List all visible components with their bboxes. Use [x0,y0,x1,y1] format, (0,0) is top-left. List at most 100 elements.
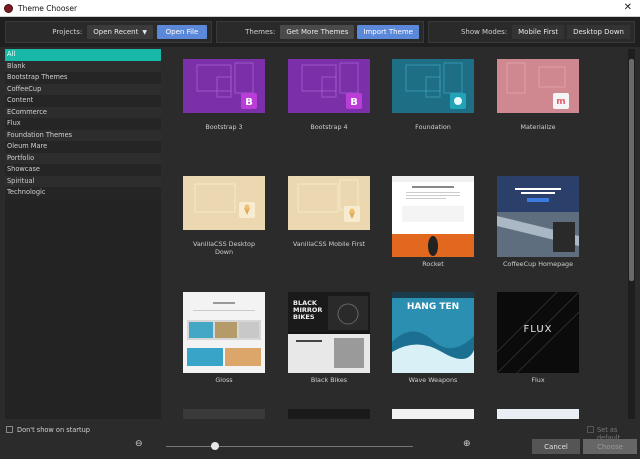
get-more-themes-button[interactable]: Get More Themes [280,25,355,39]
category-item-portfolio[interactable]: Portfolio [5,152,161,164]
theme-card-partial[interactable] [392,409,474,419]
svg-text:B: B [350,97,358,108]
theme-thumbnail: B [183,59,265,113]
theme-label: Bootstrap 4 [310,123,348,131]
theme-label: Bootstrap 3 [205,123,243,131]
theme-label: Materialize [520,123,556,131]
theme-card-black-bikes[interactable]: BLACK MIRROR BIKES Black Bikes [288,292,370,384]
bootstrap-logo-icon: B [196,62,257,109]
category-list: All Blank Bootstrap Themes CoffeeCup Con… [5,49,161,419]
theme-label: Rocket [422,260,444,268]
theme-card-gloss[interactable]: Gloss [183,292,265,384]
theme-card-partial[interactable] [288,409,370,419]
bootstrap-logo-icon: B [301,62,362,109]
close-icon[interactable]: ✕ [624,2,632,13]
category-item-ecommerce[interactable]: ECommerce [5,106,161,118]
gloss-preview [187,302,261,366]
category-item-spiritual[interactable]: Spiritual [5,175,161,187]
category-item-technologic[interactable]: Technologic [5,187,161,199]
preview-text: HANG TEN [406,302,460,312]
theme-label: Flux [531,376,545,384]
category-item-content[interactable]: Content [5,95,161,107]
theme-label: Foundation [415,123,451,131]
preview-text: BLACK MIRROR BIKES [293,299,323,321]
dont-show-checkbox[interactable] [6,426,13,433]
theme-card-foundation[interactable]: Foundation [392,59,474,131]
theme-card-partial[interactable] [497,409,579,419]
desktop-down-toggle[interactable]: Desktop Down [567,25,630,39]
theme-thumbnail [288,176,370,230]
theme-thumbnail [392,176,474,257]
grid-scrollbar[interactable] [628,49,635,419]
scrollbar-thumb[interactable] [629,59,634,281]
themes-group: Themes: Get More Themes Import Theme [216,21,424,43]
theme-thumbnail [183,176,265,230]
category-item-bootstrap-themes[interactable]: Bootstrap Themes [5,72,161,84]
zoom-slider-track[interactable] [166,446,413,447]
materialize-logo-icon: m [506,62,569,109]
category-item-oleum-mare[interactable]: Oleum Mare [5,141,161,153]
theme-label: VanillaCSS Desktop Down [192,240,256,256]
theme-card-bootstrap-4[interactable]: B Bootstrap 4 [288,59,370,131]
theme-label: Wave Weapons [408,376,458,384]
rocket-preview [392,176,474,257]
title-bar: Theme Chooser ✕ [0,0,640,17]
theme-thumbnail [497,176,579,257]
theme-thumbnail: m [497,59,579,113]
theme-thumbnail: FLUX [497,292,579,373]
open-file-button[interactable]: Open File [157,25,207,39]
choose-button[interactable]: Choose [583,439,637,454]
dont-show-label: Don't show on startup [17,426,90,434]
theme-label: Black Bikes [310,376,348,384]
theme-card-rocket[interactable]: Rocket [392,176,474,268]
theme-thumbnail [183,292,265,373]
theme-label: CoffeeCup Homepage [502,260,574,268]
category-item-flux[interactable]: Flux [5,118,161,130]
zoom-slider-handle[interactable] [211,442,219,450]
theme-grid: B Bootstrap 3 B Bootstrap 4 Foundation m… [166,49,628,419]
mobile-first-toggle[interactable]: Mobile First [512,25,565,39]
theme-card-materialize[interactable]: m Materialize [497,59,579,131]
theme-card-bootstrap-3[interactable]: B Bootstrap 3 [183,59,265,131]
projects-dropdown-value: Open Recent [93,28,139,36]
icecream-icon [194,183,255,218]
theme-card-flux[interactable]: FLUX Flux [497,292,579,384]
cancel-button[interactable]: Cancel [532,439,580,454]
svg-text:B: B [245,97,253,108]
theme-label: Gloss [215,376,233,384]
category-item-showcase[interactable]: Showcase [5,164,161,176]
theme-card-partial[interactable] [183,409,265,419]
icecream-icon [297,179,360,222]
theme-thumbnail: B [288,59,370,113]
theme-card-wave-weapons[interactable]: HANG TEN Wave Weapons [392,292,474,384]
show-modes-group: Show Modes: Mobile First Desktop Down [428,21,635,43]
theme-card-vanillacss-desktop-down[interactable]: VanillaCSS Desktop Down [183,176,265,256]
theme-card-coffeecup-homepage[interactable]: CoffeeCup Homepage [497,176,579,268]
zoom-out-icon[interactable]: ⊖ [135,439,143,449]
theme-thumbnail: HANG TEN [392,292,474,373]
category-item-all[interactable]: All [5,49,161,61]
svg-text:m: m [556,97,565,107]
theme-label: VanillaCSS Mobile First [292,240,366,248]
show-modes-label: Show Modes: [460,28,508,36]
set-default-checkbox[interactable] [587,426,594,433]
foundation-logo-icon [405,62,466,109]
category-item-coffeecup[interactable]: CoffeeCup [5,83,161,95]
category-item-foundation-themes[interactable]: Foundation Themes [5,129,161,141]
zoom-in-icon[interactable]: ⊕ [463,439,471,449]
theme-card-vanillacss-mobile-first[interactable]: VanillaCSS Mobile First [288,176,370,248]
bottom-bar: Don't show on startup Set as default ⊖ ⊕… [0,420,640,459]
category-item-blank[interactable]: Blank [5,60,161,72]
theme-thumbnail [392,59,474,113]
preview-text: FLUX [523,324,553,335]
projects-group: Projects: Open Recent ▼ Open File [5,21,212,43]
projects-dropdown[interactable]: Open Recent ▼ [87,25,153,39]
themes-label: Themes: [245,28,276,36]
coffeecup-preview [497,176,579,257]
window-title: Theme Chooser [18,3,78,13]
app-icon [4,3,13,13]
projects-label: Projects: [52,28,83,36]
chevron-down-icon: ▼ [142,28,147,36]
theme-thumbnail: BLACK MIRROR BIKES [288,292,370,373]
import-theme-button[interactable]: Import Theme [357,25,419,39]
